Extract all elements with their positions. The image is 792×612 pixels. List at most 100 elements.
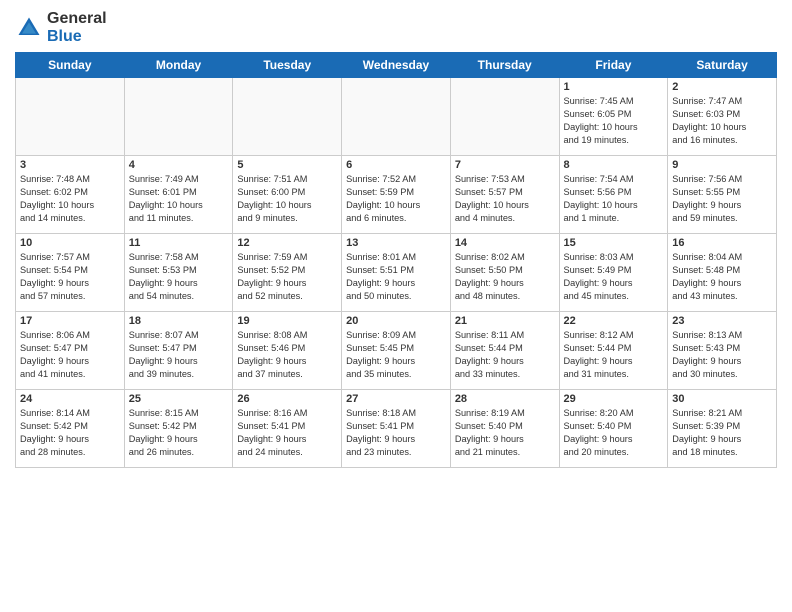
calendar-cell: 8 Sunrise: 7:54 AMSunset: 5:56 PMDaylight… (559, 156, 668, 234)
day-number: 16 (672, 237, 772, 249)
day-number: 1 (564, 81, 664, 93)
calendar-cell: 13 Sunrise: 8:01 AMSunset: 5:51 PMDayligh… (342, 234, 451, 312)
calendar-week-2: 3 Sunrise: 7:48 AMSunset: 6:02 PMDaylight… (16, 156, 777, 234)
weekday-header-saturday: Saturday (668, 53, 777, 78)
day-info: Sunrise: 8:06 AMSunset: 5:47 PMDaylight:… (20, 329, 120, 381)
day-info: Sunrise: 7:49 AMSunset: 6:01 PMDaylight:… (129, 173, 229, 225)
day-info: Sunrise: 8:14 AMSunset: 5:42 PMDaylight:… (20, 407, 120, 459)
day-number: 14 (455, 237, 555, 249)
calendar-cell (342, 78, 451, 156)
day-info: Sunrise: 7:57 AMSunset: 5:54 PMDaylight:… (20, 251, 120, 303)
day-number: 30 (672, 393, 772, 405)
day-info: Sunrise: 7:45 AMSunset: 6:05 PMDaylight:… (564, 95, 664, 147)
calendar-cell: 7 Sunrise: 7:53 AMSunset: 5:57 PMDaylight… (450, 156, 559, 234)
day-info: Sunrise: 8:11 AMSunset: 5:44 PMDaylight:… (455, 329, 555, 381)
day-info: Sunrise: 7:56 AMSunset: 5:55 PMDaylight:… (672, 173, 772, 225)
day-info: Sunrise: 7:48 AMSunset: 6:02 PMDaylight:… (20, 173, 120, 225)
calendar-cell: 30 Sunrise: 8:21 AMSunset: 5:39 PMDayligh… (668, 390, 777, 468)
day-info: Sunrise: 8:04 AMSunset: 5:48 PMDaylight:… (672, 251, 772, 303)
day-number: 23 (672, 315, 772, 327)
calendar-cell (16, 78, 125, 156)
calendar-table: SundayMondayTuesdayWednesdayThursdayFrid… (15, 52, 777, 468)
day-info: Sunrise: 7:58 AMSunset: 5:53 PMDaylight:… (129, 251, 229, 303)
day-info: Sunrise: 8:18 AMSunset: 5:41 PMDaylight:… (346, 407, 446, 459)
day-number: 27 (346, 393, 446, 405)
calendar-cell: 23 Sunrise: 8:13 AMSunset: 5:43 PMDayligh… (668, 312, 777, 390)
logo-icon (15, 14, 43, 42)
calendar-cell: 21 Sunrise: 8:11 AMSunset: 5:44 PMDayligh… (450, 312, 559, 390)
weekday-header-thursday: Thursday (450, 53, 559, 78)
day-number: 2 (672, 81, 772, 93)
day-info: Sunrise: 8:16 AMSunset: 5:41 PMDaylight:… (237, 407, 337, 459)
calendar-cell: 5 Sunrise: 7:51 AMSunset: 6:00 PMDaylight… (233, 156, 342, 234)
calendar-cell: 28 Sunrise: 8:19 AMSunset: 5:40 PMDayligh… (450, 390, 559, 468)
calendar-cell: 20Sunrise: 8:09 AMSunset: 5:45 PMDayligh… (342, 312, 451, 390)
day-number: 6 (346, 159, 446, 171)
calendar-cell: 26 Sunrise: 8:16 AMSunset: 5:41 PMDayligh… (233, 390, 342, 468)
calendar-week-1: 1 Sunrise: 7:45 AMSunset: 6:05 PMDaylight… (16, 78, 777, 156)
day-number: 4 (129, 159, 229, 171)
day-number: 9 (672, 159, 772, 171)
day-info: Sunrise: 8:01 AMSunset: 5:51 PMDaylight:… (346, 251, 446, 303)
day-number: 28 (455, 393, 555, 405)
weekday-header-wednesday: Wednesday (342, 53, 451, 78)
calendar-cell: 22 Sunrise: 8:12 AMSunset: 5:44 PMDayligh… (559, 312, 668, 390)
day-number: 18 (129, 315, 229, 327)
day-number: 21 (455, 315, 555, 327)
logo-text: General Blue (47, 10, 107, 46)
day-number: 5 (237, 159, 337, 171)
day-info: Sunrise: 8:20 AMSunset: 5:40 PMDaylight:… (564, 407, 664, 459)
day-info: Sunrise: 7:51 AMSunset: 6:00 PMDaylight:… (237, 173, 337, 225)
weekday-header-sunday: Sunday (16, 53, 125, 78)
day-info: Sunrise: 7:54 AMSunset: 5:56 PMDaylight:… (564, 173, 664, 225)
weekday-header-friday: Friday (559, 53, 668, 78)
calendar-cell: 1 Sunrise: 7:45 AMSunset: 6:05 PMDaylight… (559, 78, 668, 156)
logo: General Blue (15, 10, 107, 46)
calendar-cell: 3 Sunrise: 7:48 AMSunset: 6:02 PMDaylight… (16, 156, 125, 234)
calendar-cell: 2 Sunrise: 7:47 AMSunset: 6:03 PMDaylight… (668, 78, 777, 156)
day-number: 12 (237, 237, 337, 249)
day-info: Sunrise: 8:15 AMSunset: 5:42 PMDaylight:… (129, 407, 229, 459)
day-number: 7 (455, 159, 555, 171)
day-info: Sunrise: 8:19 AMSunset: 5:40 PMDaylight:… (455, 407, 555, 459)
page-container: General Blue SundayMondayTuesdayWednesda… (0, 0, 792, 478)
day-info: Sunrise: 8:02 AMSunset: 5:50 PMDaylight:… (455, 251, 555, 303)
day-number: 13 (346, 237, 446, 249)
calendar-cell: 6Sunrise: 7:52 AMSunset: 5:59 PMDaylight… (342, 156, 451, 234)
day-info: Sunrise: 8:08 AMSunset: 5:46 PMDaylight:… (237, 329, 337, 381)
day-info: Sunrise: 8:12 AMSunset: 5:44 PMDaylight:… (564, 329, 664, 381)
calendar-cell: 27 Sunrise: 8:18 AMSunset: 5:41 PMDayligh… (342, 390, 451, 468)
calendar-cell: 25 Sunrise: 8:15 AMSunset: 5:42 PMDayligh… (124, 390, 233, 468)
day-info: Sunrise: 8:21 AMSunset: 5:39 PMDaylight:… (672, 407, 772, 459)
day-number: 24 (20, 393, 120, 405)
weekday-header-row: SundayMondayTuesdayWednesdayThursdayFrid… (16, 53, 777, 78)
day-number: 3 (20, 159, 120, 171)
calendar-cell: 19 Sunrise: 8:08 AMSunset: 5:46 PMDayligh… (233, 312, 342, 390)
day-number: 25 (129, 393, 229, 405)
day-info: Sunrise: 8:13 AMSunset: 5:43 PMDaylight:… (672, 329, 772, 381)
day-number: 19 (237, 315, 337, 327)
day-number: 22 (564, 315, 664, 327)
day-number: 15 (564, 237, 664, 249)
day-info: Sunrise: 8:07 AMSunset: 5:47 PMDaylight:… (129, 329, 229, 381)
calendar-week-3: 10 Sunrise: 7:57 AMSunset: 5:54 PMDayligh… (16, 234, 777, 312)
weekday-header-tuesday: Tuesday (233, 53, 342, 78)
day-info: Sunrise: 7:53 AMSunset: 5:57 PMDaylight:… (455, 173, 555, 225)
day-number: 26 (237, 393, 337, 405)
day-number: 17 (20, 315, 120, 327)
calendar-cell: 4 Sunrise: 7:49 AMSunset: 6:01 PMDaylight… (124, 156, 233, 234)
calendar-cell: 17 Sunrise: 8:06 AMSunset: 5:47 PMDayligh… (16, 312, 125, 390)
calendar-cell: 11Sunrise: 7:58 AMSunset: 5:53 PMDayligh… (124, 234, 233, 312)
calendar-cell: 9 Sunrise: 7:56 AMSunset: 5:55 PMDaylight… (668, 156, 777, 234)
day-info: Sunrise: 8:09 AMSunset: 5:45 PMDaylight:… (346, 329, 446, 381)
day-info: Sunrise: 7:47 AMSunset: 6:03 PMDaylight:… (672, 95, 772, 147)
calendar-cell: 15Sunrise: 8:03 AMSunset: 5:49 PMDayligh… (559, 234, 668, 312)
calendar-week-5: 24 Sunrise: 8:14 AMSunset: 5:42 PMDayligh… (16, 390, 777, 468)
calendar-cell (233, 78, 342, 156)
day-number: 10 (20, 237, 120, 249)
day-number: 8 (564, 159, 664, 171)
calendar-cell: 24 Sunrise: 8:14 AMSunset: 5:42 PMDayligh… (16, 390, 125, 468)
weekday-header-monday: Monday (124, 53, 233, 78)
calendar-cell (124, 78, 233, 156)
calendar-cell: 16 Sunrise: 8:04 AMSunset: 5:48 PMDayligh… (668, 234, 777, 312)
